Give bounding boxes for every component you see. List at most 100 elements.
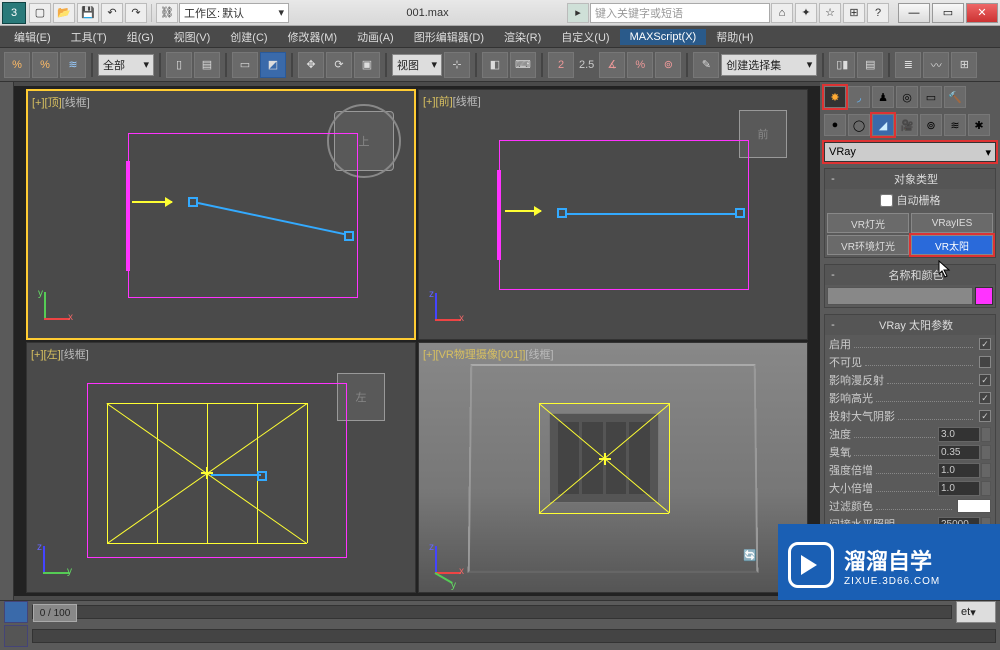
viewport-camera[interactable]: [+][VR物理摄像[001]][线框] 🔄 z x y	[418, 342, 808, 593]
link-icon[interactable]: ⛓	[156, 3, 178, 23]
param-checkbox[interactable]	[979, 374, 991, 386]
systems-subtab-icon[interactable]: ✱	[968, 114, 990, 136]
time-slider-thumb[interactable]: 0 / 100	[33, 604, 77, 622]
layers-icon[interactable]: ≣	[895, 52, 921, 78]
param-checkbox[interactable]	[979, 392, 991, 404]
create-tab-icon[interactable]: ✸	[824, 86, 846, 108]
named-selection-dropdown[interactable]: 创建选择集▾	[721, 54, 817, 76]
curve-editor-icon[interactable]: 〰	[923, 52, 949, 78]
spinner-arrows-icon[interactable]	[981, 463, 991, 478]
menu-create[interactable]: 创建(C)	[220, 27, 277, 47]
helpers-subtab-icon[interactable]: ⊚	[920, 114, 942, 136]
tool-b-icon[interactable]: ☆	[819, 3, 841, 23]
cameras-subtab-icon[interactable]: 🎥	[896, 114, 918, 136]
render-refresh-icon[interactable]: 🔄	[743, 549, 757, 562]
param-checkbox[interactable]	[979, 410, 991, 422]
param-checkbox[interactable]	[979, 338, 991, 350]
renderer-category-dropdown[interactable]: VRay ▾	[824, 142, 996, 162]
modify-tab-icon[interactable]: ◞	[848, 86, 870, 108]
param-spinner[interactable]: 1.0	[938, 463, 980, 478]
scale-icon[interactable]: ▣	[354, 52, 380, 78]
object-color-swatch[interactable]	[975, 287, 993, 305]
param-spinner[interactable]: 0.35	[938, 445, 980, 460]
pivot-icon[interactable]: ⊹	[444, 52, 470, 78]
autogrid-checkbox[interactable]	[880, 194, 893, 207]
edit-named-icon[interactable]: ✎	[693, 52, 719, 78]
menu-help[interactable]: 帮助(H)	[706, 27, 763, 47]
geometry-subtab-icon[interactable]: ●	[824, 114, 846, 136]
menu-views[interactable]: 视图(V)	[164, 27, 221, 47]
time-config-dropdown[interactable]: et ▾	[956, 601, 996, 623]
open-file-icon[interactable]: 📂	[53, 3, 75, 23]
maximize-button[interactable]: ▭	[932, 3, 964, 23]
schematic-icon[interactable]: ⊞	[951, 52, 977, 78]
menu-modifiers[interactable]: 修改器(M)	[278, 27, 348, 47]
select-rect-icon[interactable]: ▭	[232, 52, 258, 78]
tool-a-icon[interactable]: ✦	[795, 3, 817, 23]
menu-maxscript[interactable]: MAXScript(X)	[620, 29, 707, 45]
vraylight-button[interactable]: VR灯光	[827, 213, 909, 233]
rollout-collapse-icon[interactable]: -	[827, 269, 839, 281]
vrayambient-button[interactable]: VR环境灯光	[827, 235, 909, 255]
menu-animation[interactable]: 动画(A)	[347, 27, 404, 47]
param-spinner[interactable]: 3.0	[938, 427, 980, 442]
selection-filter-dropdown[interactable]: 全部▾	[98, 54, 154, 76]
menu-edit[interactable]: 编辑(E)	[4, 27, 61, 47]
workspace-dropdown[interactable]: 工作区: 默认 ▾	[179, 3, 289, 23]
spinner-arrows-icon[interactable]	[981, 445, 991, 460]
save-file-icon[interactable]: 💾	[77, 3, 99, 23]
ref-coord-dropdown[interactable]: 视图▾	[392, 54, 442, 76]
time-slider[interactable]: 0 / 100	[32, 605, 952, 619]
minimize-button[interactable]: —	[898, 3, 930, 23]
select-name-icon[interactable]: ▤	[194, 52, 220, 78]
help2-icon[interactable]: ?	[867, 3, 889, 23]
menu-tools[interactable]: 工具(T)	[61, 27, 117, 47]
app-logo-icon[interactable]: 3	[2, 2, 26, 24]
key-filters-button[interactable]	[4, 625, 28, 647]
align-icon[interactable]: ▤	[857, 52, 883, 78]
object-name-input[interactable]	[827, 287, 973, 305]
param-spinner[interactable]: 1.0	[938, 481, 980, 496]
vrayies-button[interactable]: VRayIES	[911, 213, 993, 233]
redo-icon[interactable]: ↷	[125, 3, 147, 23]
rollout-collapse-icon[interactable]: -	[827, 319, 839, 331]
percent-snap-icon[interactable]: %	[627, 52, 653, 78]
menu-customize[interactable]: 自定义(U)	[551, 27, 619, 47]
vraysun-button[interactable]: VR太阳	[911, 235, 993, 255]
menu-group[interactable]: 组(G)	[117, 27, 164, 47]
hierarchy-tab-icon[interactable]: ♟	[872, 86, 894, 108]
set-key-button[interactable]	[4, 601, 28, 623]
mirror-icon[interactable]: ▯▮	[829, 52, 855, 78]
viewport-top[interactable]: [+][顶][线框] 上 yx	[26, 89, 416, 340]
param-checkbox[interactable]	[979, 356, 991, 368]
param-color-swatch[interactable]	[957, 499, 991, 513]
utilities-tab-icon[interactable]: 🔨	[944, 86, 966, 108]
trackbar[interactable]	[32, 629, 996, 643]
menu-grapheditors[interactable]: 图形编辑器(D)	[404, 27, 494, 47]
select-object-icon[interactable]: ▯	[166, 52, 192, 78]
undo-icon[interactable]: ↶	[101, 3, 123, 23]
shapes-subtab-icon[interactable]: ◯	[848, 114, 870, 136]
menu-rendering[interactable]: 渲染(R)	[494, 27, 551, 47]
spinner-arrows-icon[interactable]	[981, 427, 991, 442]
unlink-icon[interactable]: %	[32, 52, 58, 78]
help-icon[interactable]: ⌂	[771, 3, 793, 23]
rollout-collapse-icon[interactable]: -	[827, 173, 839, 185]
tool-c-icon[interactable]: ⊞	[843, 3, 865, 23]
select-link-icon[interactable]: %	[4, 52, 30, 78]
keyboard-icon[interactable]: ⌨	[510, 52, 536, 78]
search-input[interactable]: 键入关键字或短语	[590, 3, 770, 23]
angle-snap-icon[interactable]: ∡	[599, 52, 625, 78]
viewport-front[interactable]: [+][前][线框] 前 zx	[418, 89, 808, 340]
spacewarps-subtab-icon[interactable]: ≋	[944, 114, 966, 136]
move-icon[interactable]: ✥	[298, 52, 324, 78]
close-button[interactable]: ✕	[966, 3, 998, 23]
spinner-snap-icon[interactable]: ⊚	[655, 52, 681, 78]
snap2d-icon[interactable]: 2	[548, 52, 574, 78]
window-crossing-icon[interactable]: ◩	[260, 52, 286, 78]
motion-tab-icon[interactable]: ◎	[896, 86, 918, 108]
select-manip-icon[interactable]: ◧	[482, 52, 508, 78]
spinner-arrows-icon[interactable]	[981, 481, 991, 496]
display-tab-icon[interactable]: ▭	[920, 86, 942, 108]
viewport-left[interactable]: [+][左][线框] 左 zy	[26, 342, 416, 593]
